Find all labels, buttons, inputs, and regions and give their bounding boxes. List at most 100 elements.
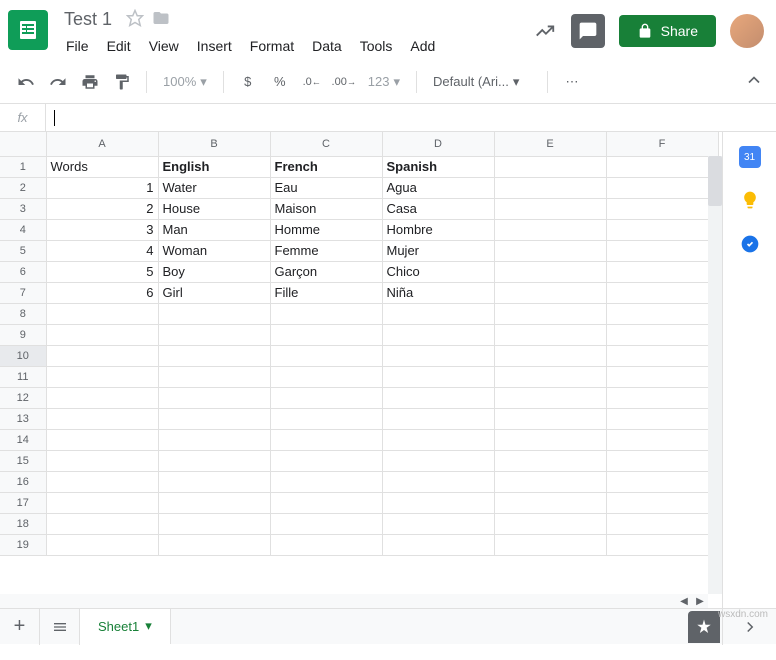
- cell[interactable]: [270, 324, 382, 345]
- cell[interactable]: 2: [46, 198, 158, 219]
- cell[interactable]: [270, 534, 382, 555]
- cell[interactable]: [270, 471, 382, 492]
- cell[interactable]: [606, 303, 718, 324]
- formula-input[interactable]: [55, 110, 776, 125]
- cell[interactable]: [46, 408, 158, 429]
- cell[interactable]: Spanish: [382, 156, 494, 177]
- row-header[interactable]: 4: [0, 219, 46, 240]
- share-button[interactable]: Share: [619, 15, 716, 47]
- cell[interactable]: [494, 219, 606, 240]
- cell[interactable]: Mujer: [382, 240, 494, 261]
- cell[interactable]: [158, 534, 270, 555]
- cell[interactable]: [270, 366, 382, 387]
- cell[interactable]: [382, 345, 494, 366]
- cell[interactable]: 4: [46, 240, 158, 261]
- row-header[interactable]: 2: [0, 177, 46, 198]
- cell[interactable]: [494, 156, 606, 177]
- cell[interactable]: [494, 177, 606, 198]
- cell[interactable]: [46, 534, 158, 555]
- increase-decimal-button[interactable]: .00→: [330, 68, 358, 96]
- cell[interactable]: [494, 198, 606, 219]
- cell[interactable]: [606, 324, 718, 345]
- cell[interactable]: 3: [46, 219, 158, 240]
- cell[interactable]: [606, 366, 718, 387]
- row-header[interactable]: 1: [0, 156, 46, 177]
- cell[interactable]: 5: [46, 261, 158, 282]
- cell[interactable]: [494, 261, 606, 282]
- calendar-icon[interactable]: 31: [739, 146, 761, 168]
- cell[interactable]: [158, 471, 270, 492]
- cell[interactable]: [270, 345, 382, 366]
- document-title[interactable]: Test 1: [58, 7, 118, 32]
- cell[interactable]: [606, 450, 718, 471]
- cell[interactable]: [494, 387, 606, 408]
- cell[interactable]: [606, 240, 718, 261]
- cell[interactable]: [382, 513, 494, 534]
- row-header[interactable]: 17: [0, 492, 46, 513]
- cell[interactable]: Words: [46, 156, 158, 177]
- cell[interactable]: [270, 387, 382, 408]
- column-header-D[interactable]: D: [382, 132, 494, 156]
- cell[interactable]: [606, 387, 718, 408]
- sheet-tab-active[interactable]: Sheet1 ▾: [80, 608, 171, 644]
- column-header-B[interactable]: B: [158, 132, 270, 156]
- vertical-scrollbar[interactable]: [708, 156, 722, 594]
- cell[interactable]: [158, 366, 270, 387]
- zoom-dropdown[interactable]: 100% ▾: [157, 74, 213, 90]
- scroll-right-icon[interactable]: ▶: [692, 596, 708, 607]
- cell[interactable]: [494, 534, 606, 555]
- menu-add[interactable]: Add: [402, 34, 443, 58]
- cell[interactable]: [382, 408, 494, 429]
- explore-button[interactable]: [688, 611, 720, 643]
- cell[interactable]: [606, 156, 718, 177]
- cell[interactable]: Girl: [158, 282, 270, 303]
- cell[interactable]: [382, 303, 494, 324]
- cell[interactable]: [494, 408, 606, 429]
- cell[interactable]: [158, 429, 270, 450]
- cell[interactable]: [158, 513, 270, 534]
- cell[interactable]: [494, 513, 606, 534]
- cell[interactable]: Agua: [382, 177, 494, 198]
- row-header[interactable]: 7: [0, 282, 46, 303]
- number-format-dropdown[interactable]: 123▾: [362, 74, 406, 90]
- keep-icon[interactable]: [738, 188, 762, 212]
- cell[interactable]: [46, 450, 158, 471]
- row-header[interactable]: 12: [0, 387, 46, 408]
- row-header[interactable]: 6: [0, 261, 46, 282]
- row-header[interactable]: 8: [0, 303, 46, 324]
- cell[interactable]: [606, 492, 718, 513]
- cell[interactable]: Maison: [270, 198, 382, 219]
- cell[interactable]: Casa: [382, 198, 494, 219]
- cell[interactable]: 6: [46, 282, 158, 303]
- cell[interactable]: [494, 492, 606, 513]
- cell[interactable]: [158, 408, 270, 429]
- cell[interactable]: [382, 366, 494, 387]
- cell[interactable]: [382, 324, 494, 345]
- decrease-decimal-button[interactable]: .0←: [298, 68, 326, 96]
- row-header[interactable]: 11: [0, 366, 46, 387]
- currency-button[interactable]: $: [234, 68, 262, 96]
- cell[interactable]: Chico: [382, 261, 494, 282]
- row-header[interactable]: 14: [0, 429, 46, 450]
- cell[interactable]: [46, 345, 158, 366]
- cell[interactable]: [606, 471, 718, 492]
- cell[interactable]: Eau: [270, 177, 382, 198]
- cell[interactable]: House: [158, 198, 270, 219]
- print-button[interactable]: [76, 68, 104, 96]
- star-icon[interactable]: [126, 9, 144, 30]
- cell[interactable]: [606, 429, 718, 450]
- all-sheets-button[interactable]: [40, 609, 80, 645]
- cell[interactable]: [494, 303, 606, 324]
- row-header[interactable]: 13: [0, 408, 46, 429]
- spreadsheet-grid[interactable]: ABCDEF 1WordsEnglishFrenchSpanish21Water…: [0, 132, 719, 556]
- cell[interactable]: [270, 492, 382, 513]
- cell[interactable]: Water: [158, 177, 270, 198]
- cell[interactable]: [494, 450, 606, 471]
- cell[interactable]: [46, 387, 158, 408]
- cell[interactable]: Fille: [270, 282, 382, 303]
- collapse-toolbar-button[interactable]: [744, 70, 764, 93]
- cell[interactable]: [606, 177, 718, 198]
- cell[interactable]: [494, 240, 606, 261]
- cell[interactable]: [158, 345, 270, 366]
- cell[interactable]: [46, 324, 158, 345]
